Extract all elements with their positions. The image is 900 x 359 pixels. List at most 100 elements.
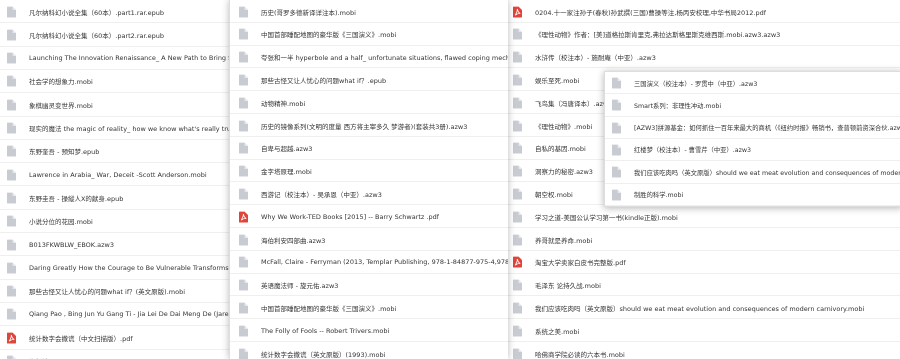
file-row[interactable]: Qiang Pao , Bing Jun Yu Gang Ti - Jia Le… — [0, 303, 240, 326]
file-icon — [512, 120, 523, 132]
file-row[interactable]: 凡尔纳科幻小说全集（60本）.part1.rar.epub — [0, 0, 240, 23]
file-name: 那些古怪又让人忧心的问题what if？(英文原版).mobi — [29, 288, 186, 297]
file-icon — [6, 239, 17, 251]
file-row[interactable]: 东野圭吾 - 操縦人X的献身.epub — [0, 186, 240, 209]
file-name: 系统之美.mobi — [535, 327, 580, 336]
file-row[interactable]: 中国首部睡配地图的豪华版《三国演义》.mobi — [230, 296, 508, 319]
file-row[interactable]: 0204.十一家注孙子(春秋)孙武撰(三国)曹操等注,杨丙安校理,中华书局201… — [503, 0, 900, 23]
file-icon — [6, 355, 17, 359]
file-row[interactable]: 毛泽东 论持久战.mobi — [503, 274, 900, 297]
file-name: 哈佛商学院必读的六本书.mobi — [535, 350, 625, 359]
file-row[interactable]: 养哥就是养命.mobi — [503, 228, 900, 251]
file-row[interactable]: 海权论.mobi — [0, 350, 240, 359]
file-name: [AZW3]拼源基金：如何抓住一百年来最大的商机（《纽约时报》畅销书，查普顿前资… — [634, 125, 900, 133]
file-row[interactable]: 淘宝大学卖家白皮书完整版.pdf — [503, 251, 900, 274]
file-row[interactable]: [AZW3]拼源基金：如何抓住一百年来最大的商机（《纽约时报》畅销书，查普顿前资… — [605, 117, 900, 139]
file-row[interactable]: 中国首部睡配地图的豪华版《三国演义》.mobi — [230, 23, 508, 46]
file-name: 象棋幽灵变世界.mobi — [29, 101, 93, 110]
file-row[interactable]: 制胜的科学.mobi — [605, 184, 900, 206]
file-row[interactable]: 动物精神.mobi — [230, 91, 508, 114]
file-row[interactable]: 统计数字会撒谎（英文原版）(1993).mobi — [230, 342, 508, 359]
file-row[interactable]: 红楼梦（校注本）- 曹雪芹（中亚）.azw3 — [605, 139, 900, 161]
file-row[interactable]: 现实的魔法 the magic of reality_ how we know … — [0, 117, 240, 140]
file-icon — [512, 188, 523, 200]
file-name: 凡尔纳科幻小说全集（60本）.part1.rar.epub — [29, 8, 165, 17]
file-name: 《理性动物》.mobi — [535, 122, 593, 131]
file-name: B013FKWBLW_EBOK.azw3 — [29, 240, 114, 249]
file-row[interactable]: 水浒传（校注本）- 施耐庵（中亚）.azw3 — [503, 46, 900, 69]
file-name: 朝空权.mobi — [535, 190, 573, 199]
file-icon — [6, 262, 17, 274]
file-name: Smart系列：非理性冲动.mobi — [634, 102, 722, 110]
file-name: 我们应该吃肉吗（英文原版）should we eat meat evolutio… — [634, 169, 900, 177]
file-name: 中国首部睡配地图的豪华版《三国演义》.mobi — [261, 304, 397, 313]
file-row[interactable]: 三国演义（校注本）- 罗贯中（中亚）.azw3 — [605, 72, 900, 94]
file-name: 制胜的科学.mobi — [634, 192, 684, 199]
file-row[interactable]: 社会学的想象力.mobi — [0, 70, 240, 93]
file-row[interactable]: 那些古怪又让人忧心的问题what if？.epub — [230, 68, 508, 91]
file-icon — [6, 29, 17, 41]
file-row[interactable]: McFall, Claire - Ferryman (2013, Templar… — [230, 251, 508, 274]
file-row[interactable]: 《理性动物》作者：[美]道格拉斯肯里克,弗拉达斯格里斯克维西斯.mobi.azw… — [503, 23, 900, 46]
file-row[interactable]: The Folly of Fools -- Robert Trivers.mob… — [230, 319, 508, 342]
file-icon — [611, 99, 622, 111]
file-name: 我们应该吃肉吗（英文原版）should we eat meat evolutio… — [535, 304, 865, 313]
file-name: 毛泽东 论持久战.mobi — [535, 282, 601, 291]
file-name: Launching The Innovation Renaissance_ A … — [29, 54, 240, 63]
file-row[interactable]: 小说分位的花园.mobi — [0, 210, 240, 233]
file-row[interactable]: 系统之美.mobi — [503, 319, 900, 342]
file-name: 统计数字会撒谎（中文扫描版）.pdf — [29, 334, 133, 343]
file-icon — [238, 234, 249, 246]
file-row[interactable]: 英语魔法师 - 旋元佑.azw3 — [230, 274, 508, 297]
file-name: 水浒传（校注本）- 施耐庵（中亚）.azw3 — [535, 54, 656, 63]
file-name: 历史(哥罗多德新译详注本).mobi — [261, 8, 356, 17]
file-row[interactable]: 我们应该吃肉吗（英文原版）should we eat meat evolutio… — [503, 296, 900, 319]
file-row[interactable]: 哈佛商学院必读的六本书.mobi — [503, 342, 900, 359]
file-row[interactable]: 金字塔原理.mobi — [230, 160, 508, 183]
file-icon — [6, 75, 17, 87]
row-divider — [605, 204, 900, 206]
file-icon — [512, 211, 523, 223]
file-row[interactable]: 凡尔纳科幻小说全集（60本）.part2.rar.epub — [0, 23, 240, 46]
file-row[interactable]: 东野奎吾 - 预知梦.epub — [0, 140, 240, 163]
pdf-icon — [512, 256, 523, 268]
file-icon — [6, 215, 17, 227]
file-row[interactable]: 西游记（校注本）- 吴承恩（中亚）.azw3 — [230, 182, 508, 205]
file-row[interactable]: Why We Work-TED Books [2015] -- Barry Sc… — [230, 205, 508, 228]
file-icon — [512, 325, 523, 337]
file-name: 金字塔原理.mobi — [261, 168, 312, 177]
file-row[interactable]: 自卑与超越.azw3 — [230, 137, 508, 160]
file-row[interactable]: B013FKWBLW_EBOK.azw3 — [0, 233, 240, 256]
file-row[interactable]: 那些古怪又让人忧心的问题what if？(英文原版).mobi — [0, 280, 240, 303]
file-row[interactable]: 我们应该吃肉吗（英文原版）should we eat meat evolutio… — [605, 161, 900, 183]
file-name: 养哥就是养命.mobi — [535, 236, 593, 245]
file-icon — [238, 165, 249, 177]
file-icon — [512, 348, 523, 359]
file-name: The Folly of Fools -- Robert Trivers.mob… — [261, 326, 390, 335]
file-icon — [6, 285, 17, 297]
file-row[interactable]: 学习之道-美国公认学习第一书(kindle正版).mobi — [503, 205, 900, 228]
file-icon — [6, 122, 17, 134]
file-name: Lawrence in Arabia_ War, Deceit -Scott A… — [29, 170, 207, 179]
file-row[interactable]: 历史(哥罗多德新译详注本).mobi — [230, 0, 508, 23]
file-row[interactable]: Launching The Innovation Renaissance_ A … — [0, 47, 240, 70]
file-row[interactable]: 夸张和一半 hyperbole and a half_ unfortunate … — [230, 46, 508, 69]
file-name: 红楼梦（校注本）- 曹雪芹（中亚）.azw3 — [634, 147, 752, 155]
file-name: 动物精神.mobi — [261, 99, 306, 108]
file-row[interactable]: 象棋幽灵变世界.mobi — [0, 93, 240, 116]
file-row[interactable]: Smart系列：非理性冲动.mobi — [605, 94, 900, 116]
file-name: 三国演义（校注本）- 罗贯中（中亚）.azw3 — [634, 80, 758, 88]
file-icon — [238, 74, 249, 86]
file-icon — [6, 145, 17, 157]
file-name: 东野圭吾 - 操縦人X的献身.epub — [29, 194, 124, 203]
file-row[interactable]: 历史的镜像系列(文明的度量 西方将主宰多久 梦游者)(套装共3册).azw3 — [230, 114, 508, 137]
file-row[interactable]: 海伯利安四部曲.azw3 — [230, 228, 508, 251]
file-name: 中国首部睡配地图的豪华版《三国演义》.mobi — [261, 31, 397, 40]
file-row[interactable]: Lawrence in Arabia_ War, Deceit -Scott A… — [0, 163, 240, 186]
file-name: McFall, Claire - Ferryman (2013, Templar… — [261, 258, 508, 267]
file-icon — [512, 302, 523, 314]
file-row[interactable]: 统计数字会撒谎（中文扫描版）.pdf — [0, 326, 240, 349]
file-icon — [6, 99, 17, 111]
file-row[interactable]: Daring Greatly How the Courage to Be Vul… — [0, 256, 240, 279]
file-icon — [512, 28, 523, 40]
